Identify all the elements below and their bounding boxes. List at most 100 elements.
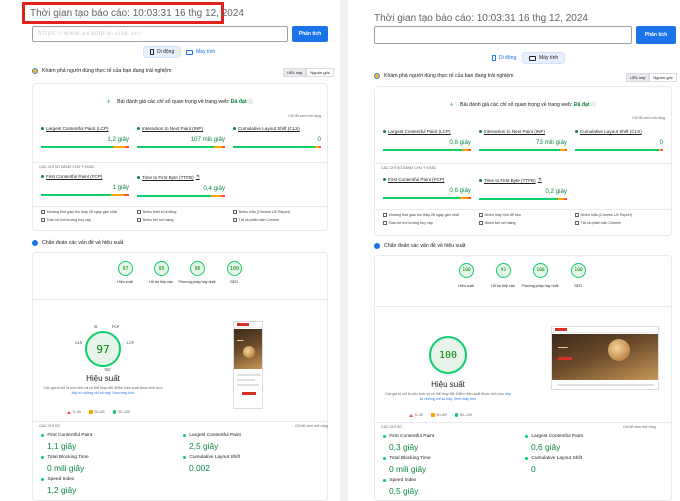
info-text[interactable]: Nhiều mẫu (Chrome UX Report): [581, 213, 632, 217]
metric-ttfb-link[interactable]: Time to First Byte (TTFB): [142, 175, 194, 180]
legend-poor-label: 0–49: [415, 413, 423, 417]
desc-link[interactable]: tiếp từ những chỉ số này.: [72, 391, 112, 395]
phone-icon: [492, 55, 496, 61]
metric-inp-link[interactable]: Interaction to Next Paint (INP): [484, 129, 545, 134]
pass-dot-icon: [137, 175, 140, 179]
mobile-report-panel: Thời gian tạo báo cáo: 10:03:31 16 thg 1…: [0, 0, 340, 501]
score-performance-gauge[interactable]: 97: [118, 261, 133, 276]
pass-dot-icon: [479, 130, 482, 133]
pass-dot-icon: [479, 178, 482, 182]
metric-lcp-link[interactable]: Largest Contentful Paint (LCP): [388, 129, 451, 134]
metric-fcp-link[interactable]: First Contentful Paint (FCP): [46, 174, 102, 179]
metrics-heading: CÁC CHỈ SỐ: [381, 425, 402, 429]
metric-cls-link[interactable]: Cumulative Layout Shift (CLS): [238, 126, 300, 131]
metric-lcp-link[interactable]: Largest Contentful Paint (LCP): [46, 126, 109, 131]
metric-lcp-value: 1,2 giây: [107, 136, 129, 143]
toggle-url[interactable]: URL này: [283, 68, 307, 77]
lab-metric-name: Speed Index: [47, 477, 75, 482]
metric-inp-bar: [479, 149, 567, 151]
info-text: Toàn bộ thời lượng truy cập: [388, 221, 433, 225]
desc-link-calculator[interactable]: Xem máy tính: [112, 391, 134, 395]
score-best-practices-gauge[interactable]: 100: [533, 263, 548, 278]
url-input[interactable]: https://www.example-site.vn/: [374, 26, 632, 44]
tab-mobile-label: Di động: [499, 55, 517, 61]
info-text: Nhiều kết nối mạng: [484, 221, 516, 225]
metric-fcp-link[interactable]: First Contentful Paint (FCP): [388, 177, 444, 182]
metric-fcp-value: 1 giây: [112, 184, 129, 191]
expand-view-link[interactable]: Chỉ đủ xem mở rộng: [632, 116, 665, 120]
legend-average: 50–89: [89, 410, 105, 414]
analyze-button[interactable]: Phân tích: [292, 26, 328, 42]
metric-inp-value: 107 mili giây: [190, 136, 225, 143]
lab-metric-name: Speed Index: [389, 478, 417, 483]
metric-ttfb-name: Time to First Byte (TTFB) ⚗: [137, 174, 225, 180]
thumb-hero-text: ▬▬: [237, 338, 244, 342]
lab-metric-cls-value: 0.002: [189, 463, 210, 473]
divider: [33, 299, 327, 300]
triangle-icon: [67, 410, 71, 414]
panel-divider: [340, 0, 348, 501]
lab-metric-fcp: First Contentful Paint 0,3 giây: [383, 434, 523, 452]
desc-link-calculator[interactable]: Xem máy tính: [454, 397, 476, 401]
metric-ttfb: Time to First Byte (TTFB) ⚗ 0,4 giây: [137, 174, 225, 197]
lab-metric-lcp: Largest Contentful Paint 2,5 giây: [183, 433, 323, 451]
metric-cls: Cumulative Layout Shift (CLS) 0: [575, 129, 663, 151]
analyze-button[interactable]: Phân tích: [636, 26, 676, 44]
url-origin-toggle: URL này Nguồn gốc: [626, 73, 677, 82]
info-chrome-versions: Tất cả phiên bản Chrome: [575, 221, 621, 225]
toggle-url[interactable]: URL này: [626, 73, 650, 82]
legend-poor: 0–49: [409, 413, 423, 417]
lab-metric-lcp-name: Largest Contentful Paint: [525, 434, 665, 439]
score-performance-gauge[interactable]: 100: [459, 263, 474, 278]
thumb-line: [237, 379, 255, 381]
wifi-icon: [479, 221, 483, 225]
metric-fcp-bar: [41, 194, 129, 196]
info-text[interactable]: Nhiều mẫu (Chrome UX Report): [239, 210, 290, 214]
thumb-line: [237, 374, 261, 376]
toggle-origin[interactable]: Nguồn gốc: [649, 73, 677, 82]
metric-ttfb-value: 0,4 giây: [203, 185, 225, 192]
info-text: Nhiều kết nối mạng: [142, 218, 174, 222]
info-collection-period: Khoảng thời gian thu thập 28 ngày gần nh…: [41, 210, 117, 214]
url-input[interactable]: https://www.example-site.vn/: [32, 26, 288, 42]
metric-inp-link[interactable]: Interaction to Next Paint (INP): [142, 126, 203, 131]
lab-metric-cls-name: Cumulative Layout Shift: [183, 455, 323, 460]
metric-ttfb-link[interactable]: Time to First Byte (TTFB): [484, 178, 536, 183]
toggle-origin[interactable]: Nguồn gốc: [306, 68, 334, 77]
desc-text: Các giá trị chỉ là ước tính và có thể th…: [385, 392, 505, 396]
lab-metric-tbt: Total Blocking Time 0 mili giây: [383, 456, 523, 474]
info-text: Khoảng thời gian thu thập 28 ngày gần nh…: [388, 213, 459, 217]
metric-ttfb-name: Time to First Byte (TTFB) ⚗: [479, 177, 567, 183]
thumb-line: [237, 384, 259, 386]
metric-cls-link[interactable]: Cumulative Layout Shift (CLS): [580, 129, 642, 134]
square-icon: [431, 413, 435, 417]
lab-metric-cls: Cumulative Layout Shift 0: [525, 456, 665, 474]
tab-mobile[interactable]: Di động: [143, 46, 182, 58]
report-timestamp: Thời gian tạo báo cáo: 10:03:31 16 thg 1…: [30, 8, 244, 19]
pulse-icon: -⌇-: [449, 102, 454, 108]
score-best-practices-gauge[interactable]: 96: [190, 261, 205, 276]
pass-circle-icon: [383, 434, 387, 439]
pass-dot-icon: [41, 127, 44, 130]
metric-cls-bar: [233, 146, 321, 148]
thumb-cta: [558, 357, 572, 360]
score-seo-gauge[interactable]: 100: [227, 261, 242, 276]
score-seo-gauge[interactable]: 100: [571, 263, 586, 278]
metric-cls: Cumulative Layout Shift (CLS) 0: [233, 126, 321, 148]
divider: [375, 209, 671, 210]
lab-metric-fcp: First Contentful Paint 1,1 giây: [41, 433, 181, 451]
lab-metric-si-value: 0,5 giây: [389, 486, 419, 496]
tab-mobile[interactable]: Di động: [486, 52, 522, 64]
lab-metric-si: Speed Index 1,2 giây: [41, 477, 181, 495]
score-accessibility-gauge[interactable]: 91: [496, 263, 511, 278]
score-accessibility-gauge[interactable]: 95: [154, 261, 169, 276]
info-chrome-versions: Tất cả phiên bản Chrome: [233, 218, 279, 222]
expand-view-link[interactable]: Chỉ đủ xem mở rộng: [295, 424, 328, 428]
expand-view-link[interactable]: Chỉ đủ xem mở rộng: [623, 425, 656, 429]
lab-metric-fcp-value: 0,3 giây: [389, 442, 419, 452]
calendar-icon: [383, 213, 387, 217]
expand-view-link[interactable]: Chỉ đủ xem mở rộng: [288, 114, 321, 118]
pass-circle-icon: [383, 456, 387, 461]
tab-desktop[interactable]: Máy tính: [522, 52, 566, 64]
tab-desktop[interactable]: Máy tính: [180, 46, 221, 58]
